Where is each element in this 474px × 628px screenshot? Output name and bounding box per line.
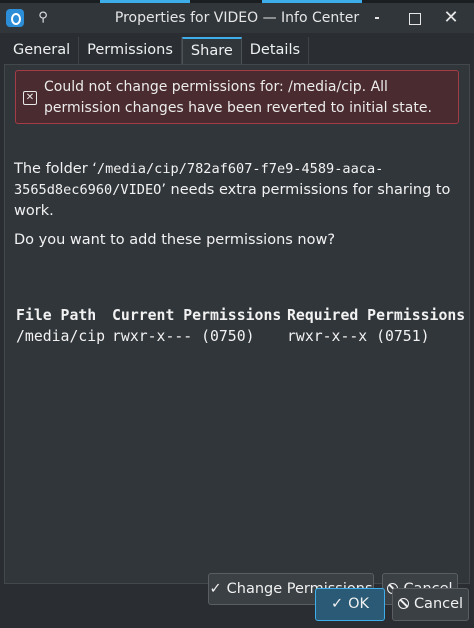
table-row: /media/cip rwxr-x--- (0750) rwxr-x--x (0… [16,326,466,347]
tab-details[interactable]: Details [241,37,310,64]
tab-bar: General Permissions Share Details [5,37,310,64]
check-icon: ✓ [209,581,222,597]
title-bar[interactable]: ⚲ Properties for VIDEO — Info Center ✕ [0,3,474,33]
ok-button[interactable]: ✓ OK [315,588,385,621]
share-tab-panel: ✕ Could not change permissions for: /med… [4,64,470,605]
window-title: Properties for VIDEO — Info Center [114,10,360,26]
error-text: Could not change permissions for: /media… [44,79,432,116]
cancel-icon [397,598,409,609]
cell-required-permissions: rwxr-x--x (0751) [287,328,430,345]
header-file-path: File Path [16,307,97,324]
cell-file-path: /media/cip [16,328,106,345]
share-question: Do you want to add these permissions now… [14,232,336,248]
error-icon: ✕ [23,91,37,105]
permissions-table: File Path Current Permissions Required P… [16,305,466,347]
header-current-permissions: Current Permissions [112,307,282,324]
tab-general[interactable]: General [5,37,80,64]
minimize-icon[interactable] [368,8,388,28]
cell-current-permissions: rwxr-x--- (0750) [112,328,255,345]
error-message-box: ✕ Could not change permissions for: /med… [15,70,459,124]
ok-label: OK [348,596,370,612]
maximize-icon[interactable] [404,8,424,28]
close-icon[interactable]: ✕ [441,8,461,28]
cancel-label: Cancel [413,596,464,612]
tab-permissions[interactable]: Permissions [79,37,182,64]
share-explanation: The folder ‘/media/cip/782af607-f7e9-458… [14,159,454,222]
table-header: File Path Current Permissions Required P… [16,305,466,326]
check-icon: ✓ [330,596,344,612]
properties-dialog: General Permissions Share Details ✕ Coul… [0,33,474,628]
folder-prefix: The folder ‘ [14,161,97,177]
header-required-permissions: Required Permissions [287,307,466,324]
cancel-button[interactable]: Cancel [392,588,469,621]
tab-share[interactable]: Share [181,37,242,64]
